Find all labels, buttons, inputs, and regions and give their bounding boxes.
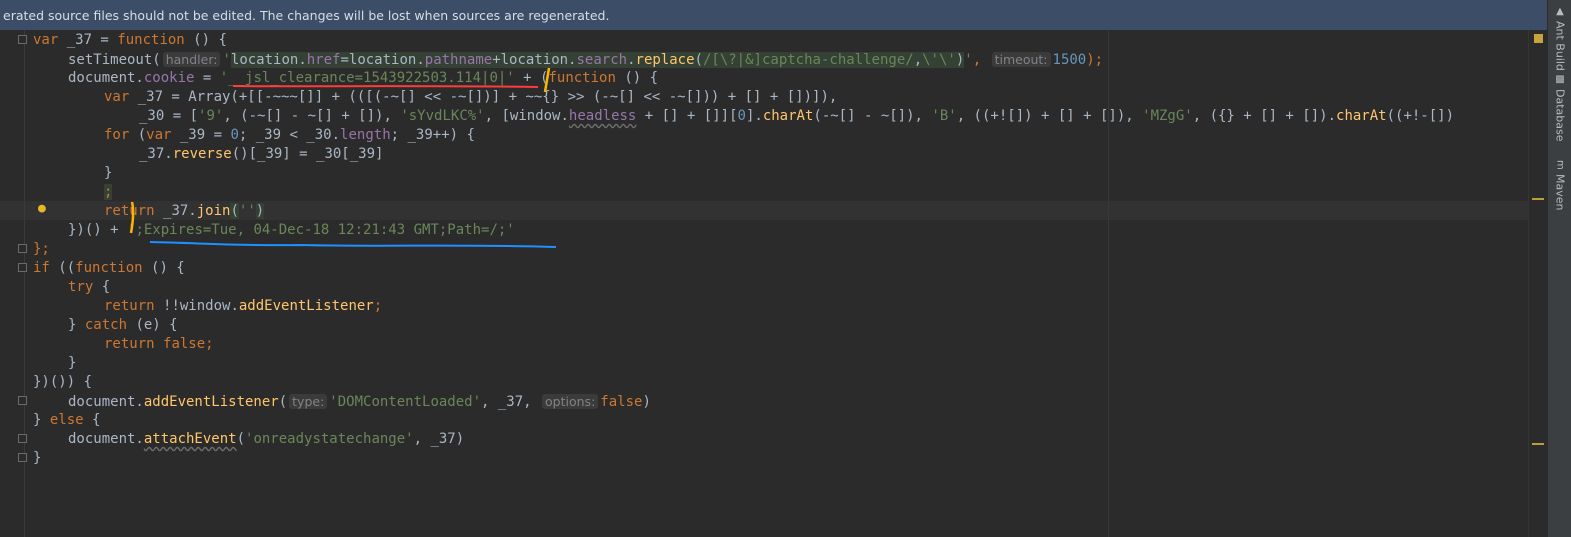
tool-label: Database (1553, 89, 1567, 142)
tool-ant-build[interactable]: ▲ Ant Build (1550, 6, 1570, 71)
generated-files-banner: erated source files should not be edited… (0, 0, 1547, 30)
blue-underline-annotation (149, 241, 557, 248)
warning-indicator-icon[interactable] (1534, 34, 1543, 43)
red-underline-annotation (232, 85, 539, 88)
yellow-mark-annotation (129, 201, 135, 234)
tool-database[interactable]: ▩ Database (1550, 74, 1570, 142)
error-stripe-mark[interactable] (1532, 198, 1544, 200)
maven-icon: m (1554, 160, 1566, 170)
ant-icon: ▲ (1554, 6, 1566, 17)
code-editor[interactable]: ● var _37 = function () { setTimeout(han… (0, 30, 1528, 537)
annotation-overlay (129, 67, 557, 248)
banner-text: erated source files should not be edited… (3, 8, 610, 23)
yellow-mark-annotation (543, 67, 551, 93)
error-stripe[interactable] (1528, 30, 1548, 537)
database-icon: ▩ (1554, 74, 1566, 85)
right-tool-window-bar: ▲ Ant Build ▩ Database m Maven (1547, 0, 1571, 537)
tool-maven[interactable]: m Maven (1550, 160, 1570, 210)
tool-label: Ant Build (1553, 21, 1567, 71)
error-stripe-mark[interactable] (1532, 443, 1544, 445)
tool-label: Maven (1553, 173, 1567, 211)
